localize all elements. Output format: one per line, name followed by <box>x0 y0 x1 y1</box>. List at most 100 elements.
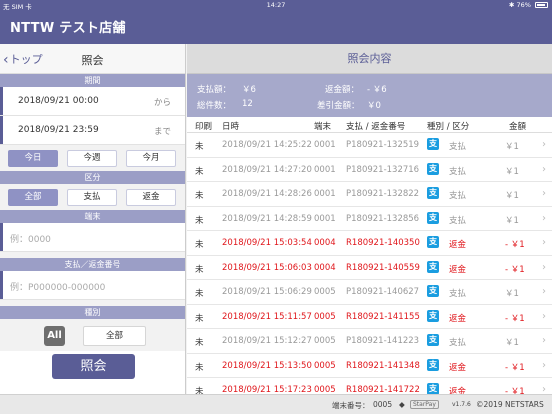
chevron-left-icon: ‹ <box>3 52 9 68</box>
row-category: 返金 <box>449 264 467 275</box>
number-input[interactable]: 例：P000000-000000 <box>0 271 185 300</box>
alipay-icon: 支 <box>427 138 439 150</box>
chevron-right-icon: › <box>542 359 546 371</box>
results-list: 未 2018/09/21 14:25:22 0001 P180921-132519 支支… <box>187 133 552 414</box>
transaction-row[interactable]: 未 2018/09/21 15:11:57 0005 R180921-141155 支返… <box>187 304 552 329</box>
row-number: P180921-132856 <box>346 213 420 224</box>
print-status: 未 <box>195 289 204 299</box>
row-amount: - ￥1 <box>505 264 525 275</box>
net-total-value: ￥0 <box>367 101 381 111</box>
left-nav-bar: ‹トップ 照会 <box>0 44 185 74</box>
alipay-icon: 支 <box>427 236 439 248</box>
transaction-row[interactable]: 未 2018/09/21 14:27:20 0001 P180921-132716 支支… <box>187 157 552 182</box>
row-terminal: 0005 <box>314 287 336 297</box>
row-amount: - ￥1 <box>505 240 525 250</box>
period-today-button[interactable]: 今日 <box>8 150 58 167</box>
net-total-label: 差引金額： <box>317 101 360 111</box>
type-section-header: 種別 <box>0 306 185 319</box>
row-terminal: 0005 <box>314 311 336 322</box>
alipay-icon: 支 <box>427 162 439 175</box>
period-to-field[interactable]: 2018/09/21 23:59 まで <box>0 116 185 145</box>
row-terminal: 0004 <box>314 238 336 248</box>
category-payment-button[interactable]: 支払 <box>67 189 117 206</box>
row-number: R180921-140559 <box>346 262 420 273</box>
period-to-suffix: まで <box>153 127 171 137</box>
number-placeholder: 例：P000000-000000 <box>10 283 106 293</box>
row-datetime: 2018/09/21 15:12:27 <box>222 336 312 346</box>
terminal-input[interactable]: 例：0000 <box>0 223 185 252</box>
row-category: 支払 <box>449 289 467 299</box>
type-all-chip[interactable]: 全部 <box>83 326 146 346</box>
status-bar: 无 SIM 卡 14:27 ✱ 76% <box>0 0 552 11</box>
row-terminal: 0001 <box>314 164 336 175</box>
chevron-right-icon: › <box>542 310 546 322</box>
chevron-right-icon: › <box>542 139 546 150</box>
transaction-row[interactable]: 未 2018/09/21 15:13:50 0005 R180921-141348 支返… <box>187 353 552 378</box>
field-accent <box>0 87 3 115</box>
row-datetime: 2018/09/21 15:06:29 <box>222 287 312 297</box>
transaction-row[interactable]: 未 2018/09/21 14:25:22 0001 P180921-132519 支支… <box>187 133 552 158</box>
count-label: 総件数： <box>197 101 232 111</box>
battery-percent: 76% <box>516 1 531 9</box>
transaction-row[interactable]: 未 2018/09/21 15:03:54 0004 R180921-140350 支返… <box>187 231 552 256</box>
print-status: 未 <box>195 362 204 373</box>
row-datetime: 2018/09/21 15:11:57 <box>222 311 312 322</box>
row-datetime: 2018/09/21 15:06:03 <box>222 262 312 273</box>
terminal-section-header: 端末 <box>0 210 185 223</box>
row-datetime: 2018/09/21 14:28:26 <box>222 189 312 199</box>
refund-total-label: 返金額： <box>325 85 360 95</box>
chevron-right-icon: › <box>542 212 546 224</box>
print-status: 未 <box>195 240 204 250</box>
transaction-row[interactable]: 未 2018/09/21 15:06:03 0004 R180921-140559 支返… <box>187 255 552 280</box>
period-week-button[interactable]: 今週 <box>67 150 117 167</box>
battery-icon <box>535 2 548 8</box>
row-amount: ￥1 <box>505 215 519 226</box>
col-amount: 金額 <box>509 122 527 132</box>
row-amount: - ￥1 <box>505 362 525 373</box>
alipay-icon: 支 <box>427 309 439 322</box>
row-category: 支払 <box>449 166 467 177</box>
category-button-group: 全部 支払 返金 <box>0 184 185 210</box>
search-button[interactable]: 照会 <box>52 354 135 379</box>
row-datetime: 2018/09/21 14:27:20 <box>222 164 312 175</box>
transaction-row[interactable]: 未 2018/09/21 15:12:27 0005 P180921-141223 支支… <box>187 329 552 354</box>
count-value: 12 <box>242 99 253 109</box>
all-types-icon[interactable]: All <box>44 326 65 346</box>
row-category: 返金 <box>449 313 467 324</box>
bluetooth-icon: ✱ <box>508 1 515 9</box>
category-all-button[interactable]: 全部 <box>8 189 58 206</box>
row-terminal: 0001 <box>314 140 336 150</box>
transaction-row[interactable]: 未 2018/09/21 14:28:59 0001 P180921-132856 支支… <box>187 206 552 231</box>
period-from-suffix: から <box>153 98 171 108</box>
row-amount: ￥1 <box>505 166 519 177</box>
field-accent <box>0 223 3 251</box>
chevron-right-icon: › <box>542 335 546 346</box>
row-category: 支払 <box>449 215 467 226</box>
row-terminal: 0001 <box>314 213 336 224</box>
row-datetime: 2018/09/21 15:13:50 <box>222 360 312 371</box>
back-button[interactable]: ‹トップ <box>3 51 43 68</box>
footer-terminal-label: 端末番号： <box>332 401 370 410</box>
row-category: 支払 <box>449 191 467 201</box>
period-month-button[interactable]: 今月 <box>126 150 176 167</box>
period-from-field[interactable]: 2018/09/21 00:00 から <box>0 87 185 116</box>
row-datetime: 2018/09/21 15:03:54 <box>222 238 312 248</box>
chevron-right-icon: › <box>542 261 546 273</box>
category-refund-button[interactable]: 返金 <box>126 189 176 206</box>
row-datetime: 2018/09/21 14:28:59 <box>222 213 312 224</box>
alipay-icon: 支 <box>427 358 439 371</box>
pay-total-label: 支払額： <box>197 85 232 95</box>
transaction-row[interactable]: 未 2018/09/21 14:28:26 0001 P180921-132822 支支… <box>187 182 552 207</box>
transaction-row[interactable]: 未 2018/09/21 15:06:29 0005 P180921-140627 支支… <box>187 280 552 305</box>
row-number: P180921-141223 <box>346 336 420 346</box>
footer-terminal-value: 0005 <box>373 400 393 409</box>
starpay-logo: StarPay <box>410 400 439 409</box>
row-number: R180921-141155 <box>346 311 420 322</box>
results-column-header: 印刷 日時 端末 支払 / 返金番号 種別 / 区分 金額 <box>187 117 552 133</box>
col-print: 印刷 <box>195 122 213 132</box>
print-status: 未 <box>195 338 204 348</box>
alipay-icon: 支 <box>427 260 439 273</box>
app-version: v1.7.6 <box>452 401 471 408</box>
row-category: 返金 <box>449 240 467 250</box>
results-panel: 照会内容 支払額： ￥6 返金額： - ￥6 総件数： 12 差引金額： ￥0 … <box>187 44 552 414</box>
